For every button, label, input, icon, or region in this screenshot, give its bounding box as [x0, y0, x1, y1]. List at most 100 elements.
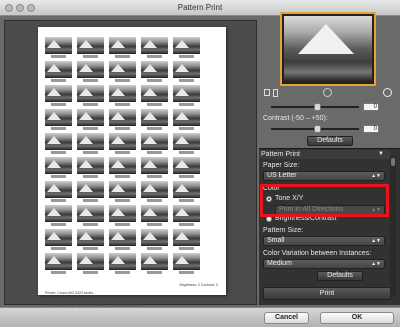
pattern-thumbnail [173, 157, 200, 174]
pattern-caption [179, 247, 194, 250]
pattern-instance [45, 109, 72, 131]
pattern-instance [77, 229, 104, 251]
pattern-caption [115, 55, 130, 58]
pattern-thumbnail [77, 61, 104, 78]
pattern-thumbnail [173, 85, 200, 102]
pattern-thumbnail [45, 133, 72, 150]
contrast-value-field[interactable]: 0 [363, 125, 379, 133]
pattern-instance [45, 181, 72, 203]
page-preview-area: Printer: Canon MG 5420 series Media Type… [4, 20, 257, 319]
zoom-circle-icon[interactable] [323, 88, 332, 97]
pattern-thumbnail [173, 229, 200, 246]
pattern-thumbnail [77, 85, 104, 102]
pattern-instance [45, 85, 72, 107]
color-highlight-box [260, 184, 389, 217]
pattern-thumbnail [173, 109, 200, 126]
dialog-footer: Cancel OK [0, 307, 400, 327]
paper-size-value: US Letter [267, 172, 297, 179]
pattern-thumbnail [141, 157, 168, 174]
add-circle-icon[interactable] [383, 88, 392, 97]
pattern-thumbnail [45, 61, 72, 78]
pattern-instance [109, 229, 136, 251]
pattern-grid [45, 37, 200, 275]
pattern-thumbnail [45, 109, 72, 126]
pattern-instance [77, 37, 104, 59]
adjust-defaults-button[interactable]: Defaults [307, 136, 353, 146]
pattern-thumbnail [141, 109, 168, 126]
pattern-caption [147, 127, 162, 130]
pattern-thumbnail [109, 109, 136, 126]
pattern-instance [77, 109, 104, 131]
image-preview[interactable] [280, 12, 376, 86]
pattern-thumbnail [77, 133, 104, 150]
footer-line-printer: Printer: Canon MG 5420 series [45, 291, 94, 295]
pattern-thumbnail [141, 253, 168, 270]
pattern-instance [45, 157, 72, 179]
pattern-instance [45, 37, 72, 59]
pattern-thumbnail [141, 61, 168, 78]
panel-scrollbar[interactable] [390, 156, 396, 296]
pattern-thumbnail [141, 133, 168, 150]
contrast-slider[interactable] [271, 125, 359, 133]
pattern-thumbnail [141, 181, 168, 198]
pattern-thumbnail [77, 157, 104, 174]
pattern-instance [45, 133, 72, 155]
pattern-size-select[interactable]: Small ▲▼ [263, 236, 385, 246]
pattern-thumbnail [109, 37, 136, 54]
pattern-instance [141, 37, 168, 59]
pattern-instance [77, 61, 104, 83]
variation-select[interactable]: Medium ▲▼ [263, 259, 385, 269]
pattern-thumbnail [109, 157, 136, 174]
pattern-print-header[interactable]: Pattern Print ▼ [259, 150, 390, 159]
top-value-field[interactable]: 0 [363, 103, 379, 111]
pattern-instance [77, 133, 104, 155]
ok-button[interactable]: OK [320, 312, 394, 324]
pattern-thumbnail [141, 229, 168, 246]
pattern-instance [173, 61, 200, 83]
paper-size-label: Paper Size: [263, 162, 300, 169]
print-button[interactable]: Print [263, 287, 391, 300]
pattern-instance [173, 133, 200, 155]
top-slider-knob[interactable] [314, 103, 321, 111]
pattern-caption [179, 223, 194, 226]
pattern-size-label: Pattern Size: [263, 227, 304, 234]
preview-footer-right: Brightness: 0 Contrast: 0 [179, 283, 218, 287]
pattern-caption [83, 271, 98, 274]
landscape-view-icon[interactable] [264, 89, 270, 96]
pattern-instance [173, 37, 200, 59]
pattern-thumbnail [45, 157, 72, 174]
pattern-instance [109, 181, 136, 203]
pattern-caption [51, 247, 66, 250]
pattern-caption [51, 223, 66, 226]
pattern-instance [77, 181, 104, 203]
pattern-instance [109, 37, 136, 59]
pattern-thumbnail [77, 205, 104, 222]
variation-label: Color Variation between Instances: [263, 250, 372, 257]
top-slider[interactable] [271, 103, 359, 111]
pattern-thumbnail [109, 205, 136, 222]
portrait-view-icon[interactable] [273, 89, 278, 97]
pattern-instance [141, 133, 168, 155]
pattern-caption [179, 127, 194, 130]
pattern-instance [77, 253, 104, 275]
pattern-thumbnail [173, 133, 200, 150]
cancel-button[interactable]: Cancel [264, 312, 309, 324]
pattern-thumbnail [45, 229, 72, 246]
paper-size-select[interactable]: US Letter ▲▼ [263, 171, 385, 181]
pattern-thumbnail [45, 181, 72, 198]
pattern-size-value: Small [267, 237, 285, 244]
pattern-caption [179, 55, 194, 58]
collapse-triangle-icon[interactable]: ▼ [378, 151, 384, 157]
pattern-caption [51, 271, 66, 274]
pattern-caption [83, 103, 98, 106]
pattern-thumbnail [77, 37, 104, 54]
pattern-caption [115, 127, 130, 130]
pattern-caption [83, 127, 98, 130]
contrast-slider-knob[interactable] [314, 125, 321, 133]
scrollbar-thumb[interactable] [391, 158, 395, 166]
pattern-thumbnail [173, 205, 200, 222]
pattern-defaults-button[interactable]: Defaults [317, 271, 363, 281]
pattern-thumbnail [173, 253, 200, 270]
pattern-thumbnail [77, 181, 104, 198]
pattern-instance [173, 85, 200, 107]
